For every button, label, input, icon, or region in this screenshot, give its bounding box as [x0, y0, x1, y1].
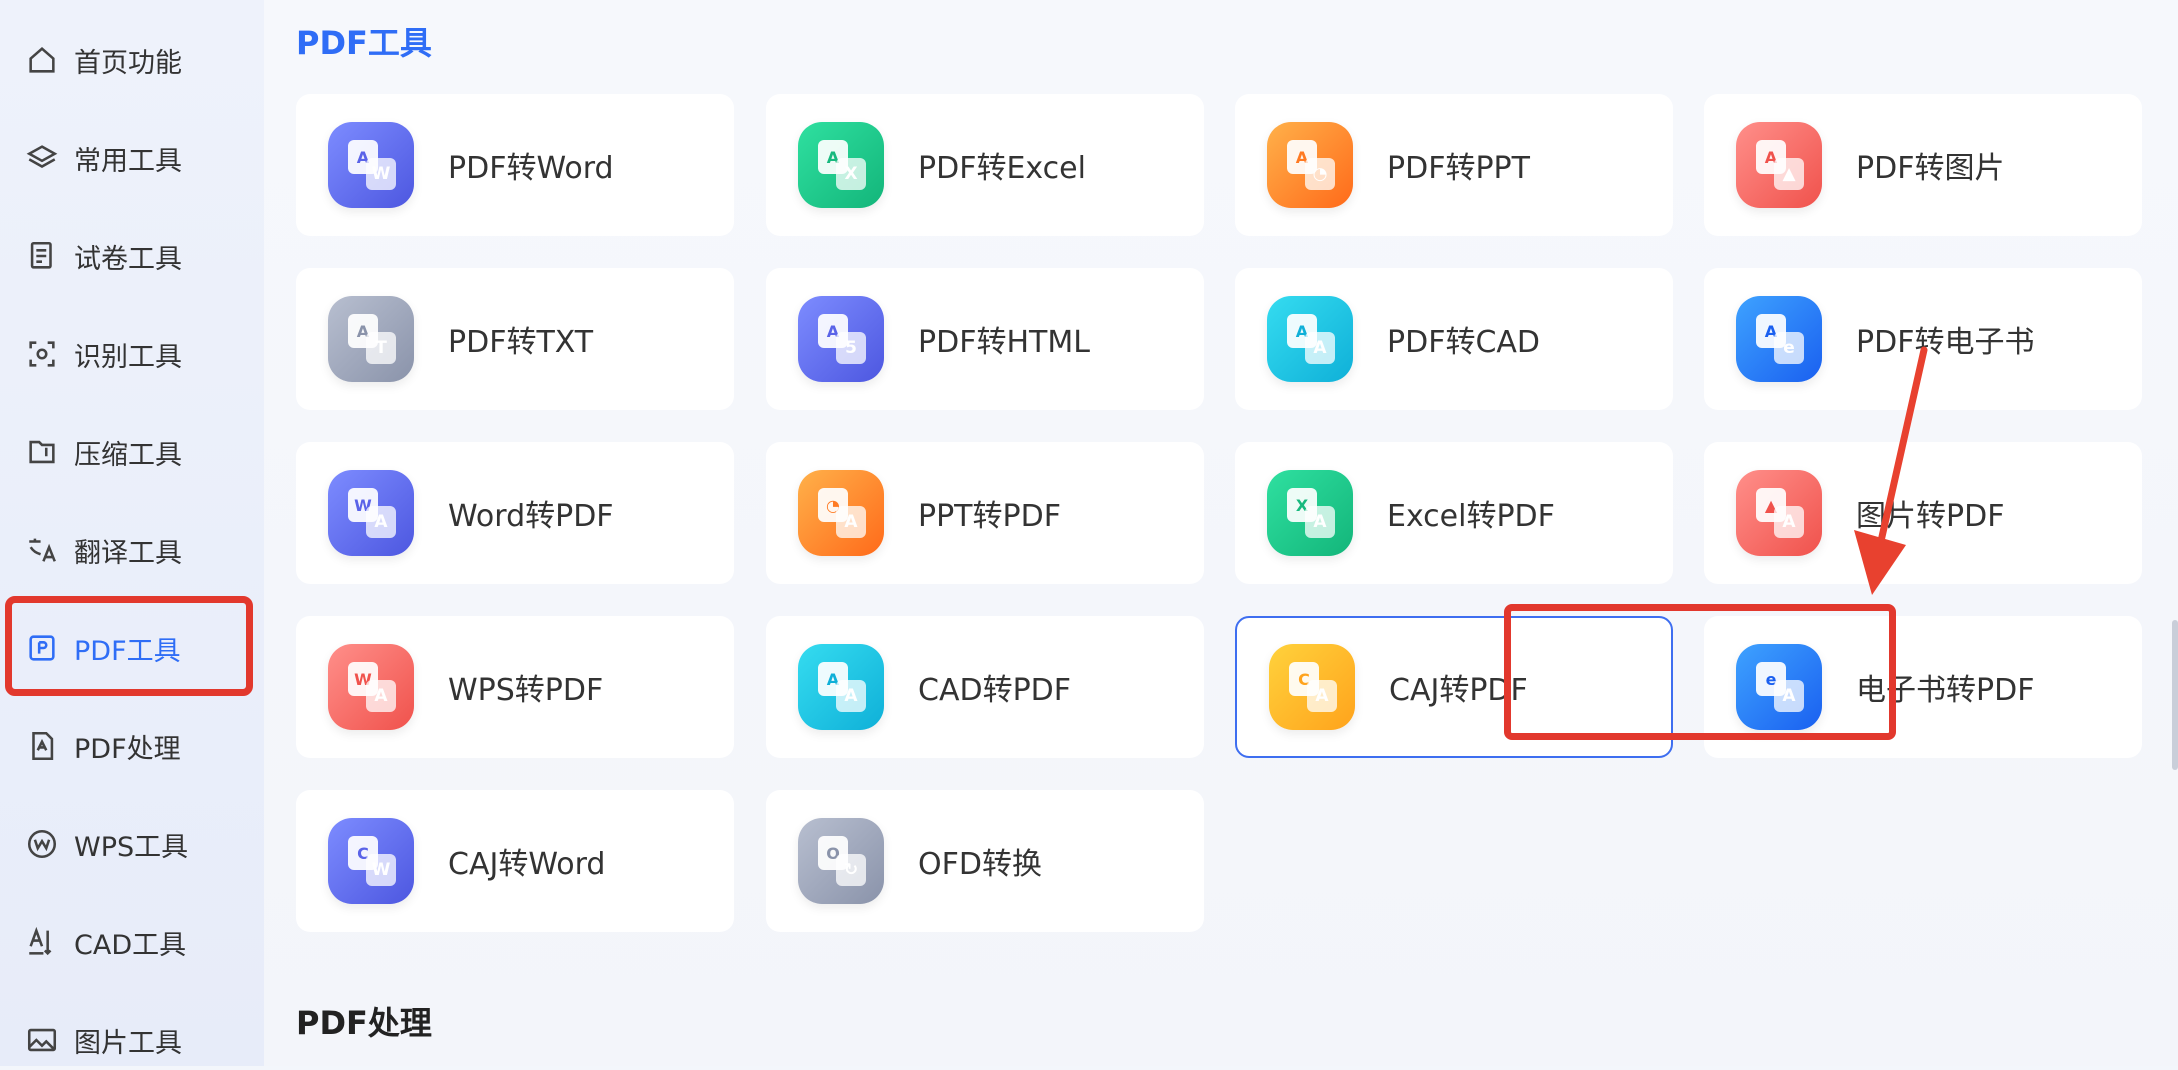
pdf-to-cad-icon: AA	[1267, 296, 1353, 382]
layers-icon	[24, 140, 60, 176]
tool-pdf-to-excel[interactable]: AX PDF转Excel	[766, 94, 1204, 236]
sidebar-item-label: 常用工具	[74, 145, 182, 177]
sidebar: 首页功能 常用工具 试卷工具 识别工具 压缩工具 翻译工具 PDF工具 PDF处…	[0, 0, 264, 1066]
pdf-process-icon	[24, 728, 60, 764]
sidebar-item-cad-tools[interactable]: CAD工具	[24, 912, 244, 972]
tool-label: Word转PDF	[448, 499, 614, 534]
cad-icon	[24, 924, 60, 960]
scrollbar[interactable]	[2172, 620, 2178, 770]
sidebar-item-compress-tools[interactable]: 压缩工具	[24, 422, 244, 482]
sidebar-item-pdf-process[interactable]: PDF处理	[24, 716, 244, 776]
tool-cad-to-pdf[interactable]: AA CAD转PDF	[766, 616, 1204, 758]
annotation-highlight-sidebar	[5, 596, 253, 696]
sidebar-item-label: 首页功能	[74, 47, 182, 79]
word-to-pdf-icon: WA	[328, 470, 414, 556]
sidebar-item-label: 识别工具	[74, 341, 182, 373]
section-title-pdf-process: PDF处理	[296, 1004, 432, 1042]
tool-pdf-to-word[interactable]: AW PDF转Word	[296, 94, 734, 236]
sidebar-item-wps-tools[interactable]: WPS工具	[24, 814, 244, 874]
image-icon	[24, 1022, 60, 1058]
caj-to-pdf-icon: CA	[1269, 644, 1355, 730]
caj-to-word-icon: CW	[328, 818, 414, 904]
tool-pdf-to-html[interactable]: A5 PDF转HTML	[766, 268, 1204, 410]
tool-label: PDF转CAD	[1387, 325, 1541, 360]
tool-word-to-pdf[interactable]: WA Word转PDF	[296, 442, 734, 584]
home-icon	[24, 42, 60, 78]
sidebar-item-label: 图片工具	[74, 1027, 182, 1059]
annotation-arrow-icon	[1854, 346, 1928, 595]
pdf-to-html-icon: A5	[798, 296, 884, 382]
tool-label: PDF转PPT	[1387, 151, 1530, 186]
tool-pdf-to-image[interactable]: A ▲ PDF转图片	[1704, 94, 2142, 236]
sidebar-item-label: CAD工具	[74, 929, 187, 961]
exam-icon	[24, 238, 60, 274]
sidebar-item-image-tools[interactable]: 图片工具	[24, 1010, 244, 1070]
scan-icon	[24, 336, 60, 372]
tool-label: PDF转Excel	[918, 151, 1086, 186]
tool-label: PDF转图片	[1856, 151, 2005, 186]
tool-pdf-to-cad[interactable]: AA PDF转CAD	[1235, 268, 1673, 410]
compress-icon	[24, 434, 60, 470]
excel-to-pdf-icon: XA	[1267, 470, 1353, 556]
tool-pdf-to-ppt[interactable]: A ◔ PDF转PPT	[1235, 94, 1673, 236]
sidebar-item-common-tools[interactable]: 常用工具	[24, 128, 244, 188]
tool-label: OFD转换	[918, 847, 1042, 882]
pdf-to-ppt-icon: A ◔	[1267, 122, 1353, 208]
pdf-to-txt-icon: AT	[328, 296, 414, 382]
tool-pdf-to-txt[interactable]: AT PDF转TXT	[296, 268, 734, 410]
wps-icon	[24, 826, 60, 862]
tool-label: CAJ转Word	[448, 847, 606, 882]
tool-ofd-convert[interactable]: O ↻ OFD转换	[766, 790, 1204, 932]
sidebar-item-home[interactable]: 首页功能	[24, 30, 244, 90]
translate-icon	[24, 532, 60, 568]
tool-label: PPT转PDF	[918, 499, 1061, 534]
sidebar-item-label: WPS工具	[74, 831, 189, 863]
ofd-convert-icon: O ↻	[798, 818, 884, 904]
annotation-highlight-box	[1504, 604, 1896, 740]
tool-label: Excel转PDF	[1387, 499, 1555, 534]
main-content: PDF工具 AW PDF转Word AX PDF转Excel A ◔ PDF转PP…	[264, 0, 2178, 1066]
sidebar-item-recognition-tools[interactable]: 识别工具	[24, 324, 244, 384]
pdf-to-ebook-icon: Ae	[1736, 296, 1822, 382]
tool-label: PDF转TXT	[448, 325, 594, 360]
cad-to-pdf-icon: AA	[798, 644, 884, 730]
sidebar-item-label: 试卷工具	[74, 243, 182, 275]
sidebar-item-translate-tools[interactable]: 翻译工具	[24, 520, 244, 580]
tool-caj-to-word[interactable]: CW CAJ转Word	[296, 790, 734, 932]
ppt-to-pdf-icon: ◔ A	[798, 470, 884, 556]
tool-wps-to-pdf[interactable]: WA WPS转PDF	[296, 616, 734, 758]
tool-excel-to-pdf[interactable]: XA Excel转PDF	[1235, 442, 1673, 584]
sidebar-item-label: 压缩工具	[74, 439, 182, 471]
sidebar-item-label: PDF处理	[74, 733, 181, 765]
pdf-to-word-icon: AW	[328, 122, 414, 208]
tool-label: CAD转PDF	[918, 673, 1072, 708]
image-to-pdf-icon: ▲ A	[1736, 470, 1822, 556]
sidebar-item-exam-tools[interactable]: 试卷工具	[24, 226, 244, 286]
sidebar-item-label: 翻译工具	[74, 537, 182, 569]
tool-label: PDF转HTML	[918, 325, 1090, 360]
tool-ppt-to-pdf[interactable]: ◔ A PPT转PDF	[766, 442, 1204, 584]
pdf-to-excel-icon: AX	[798, 122, 884, 208]
section-title-pdf-tools: PDF工具	[296, 24, 432, 62]
tool-label: WPS转PDF	[448, 673, 604, 708]
pdf-to-image-icon: A ▲	[1736, 122, 1822, 208]
wps-to-pdf-icon: WA	[328, 644, 414, 730]
tool-label: PDF转Word	[448, 151, 614, 186]
